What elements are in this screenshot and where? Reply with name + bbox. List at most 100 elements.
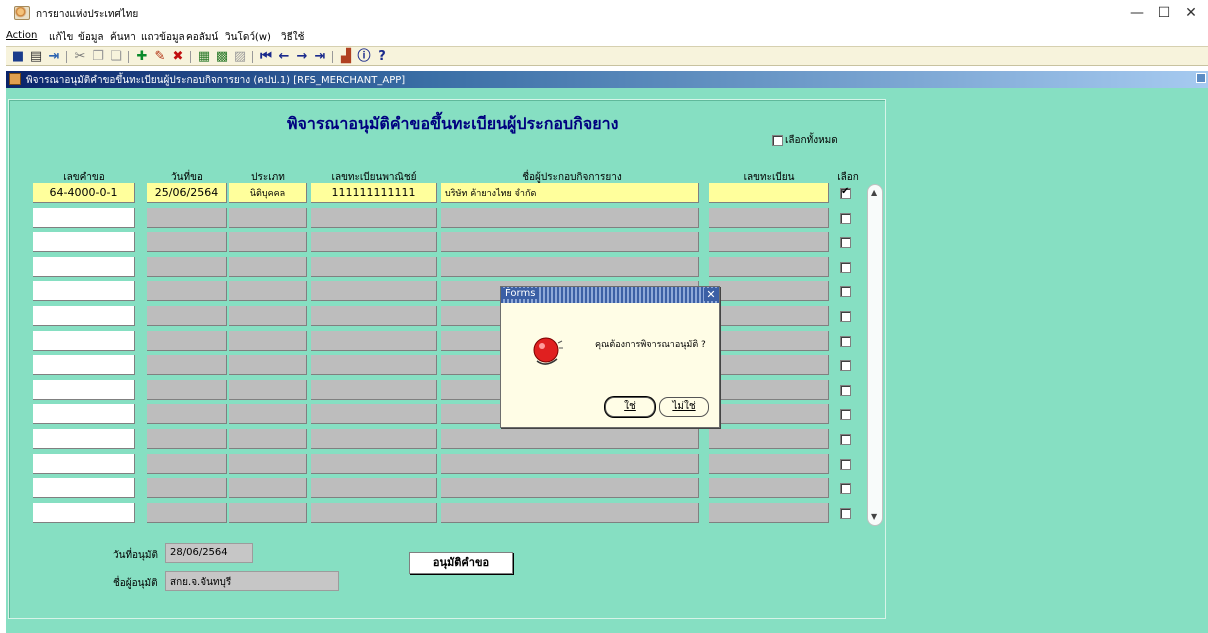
cell-commerce-reg[interactable] bbox=[311, 306, 437, 326]
cell-commerce-reg[interactable] bbox=[311, 232, 437, 253]
cell-type[interactable] bbox=[229, 281, 307, 302]
cell-reg-no[interactable] bbox=[709, 207, 829, 228]
cell-reg-no[interactable] bbox=[709, 256, 829, 277]
cell-commerce-reg[interactable] bbox=[311, 207, 437, 228]
row-select-checkbox[interactable] bbox=[840, 483, 851, 495]
query-icon[interactable]: ▦ bbox=[196, 49, 212, 64]
scroll-down-icon[interactable]: ▼ bbox=[871, 513, 879, 521]
menu-action[interactable]: Action bbox=[6, 30, 37, 41]
first-record-icon[interactable]: ⏮ bbox=[258, 49, 274, 64]
cell-type[interactable]: นิติบุคคล bbox=[229, 183, 307, 203]
cell-merchant-name[interactable] bbox=[441, 453, 699, 474]
menu-help[interactable]: วิธีใช้ bbox=[281, 30, 304, 45]
cell-req-date[interactable] bbox=[147, 453, 227, 474]
cell-req-no[interactable] bbox=[33, 207, 135, 228]
cell-commerce-reg[interactable] bbox=[311, 355, 437, 376]
dialog-yes-button[interactable]: ใช่ bbox=[605, 397, 655, 417]
cell-reg-no[interactable] bbox=[709, 379, 829, 400]
cancel-query-icon[interactable]: ▨ bbox=[232, 49, 248, 64]
cell-reg-no[interactable] bbox=[709, 281, 829, 302]
select-all-control[interactable]: เลือกทั้งหมด bbox=[772, 133, 838, 148]
cell-commerce-reg[interactable] bbox=[311, 256, 437, 277]
cell-req-date[interactable] bbox=[147, 281, 227, 302]
cell-req-date[interactable] bbox=[147, 232, 227, 253]
menu-edit[interactable]: แก้ไข bbox=[49, 30, 73, 45]
row-select-checkbox[interactable] bbox=[840, 434, 851, 445]
maximize-button[interactable]: ☐ bbox=[1153, 4, 1175, 22]
save-icon[interactable]: ■ bbox=[10, 49, 26, 64]
cell-req-date[interactable] bbox=[147, 404, 227, 425]
cell-merchant-name[interactable] bbox=[441, 502, 699, 523]
next-record-icon[interactable]: → bbox=[294, 49, 310, 64]
cell-req-no[interactable] bbox=[33, 256, 135, 277]
print-icon[interactable]: ▤ bbox=[28, 49, 44, 64]
cell-commerce-reg[interactable] bbox=[311, 453, 437, 474]
cell-type[interactable] bbox=[229, 306, 307, 326]
cell-reg-no[interactable] bbox=[709, 404, 829, 425]
menu-data[interactable]: ข้อมูล bbox=[78, 30, 104, 45]
cell-reg-no[interactable] bbox=[709, 330, 829, 351]
menu-column[interactable]: คอลัมน์ bbox=[186, 30, 218, 45]
cell-type[interactable] bbox=[229, 379, 307, 400]
cut-icon[interactable]: ✂ bbox=[72, 49, 88, 64]
row-select-checkbox[interactable] bbox=[840, 360, 851, 372]
cell-reg-no[interactable] bbox=[709, 478, 829, 499]
row-select-checkbox[interactable] bbox=[840, 261, 851, 273]
cell-req-date[interactable] bbox=[147, 429, 227, 449]
cell-req-date[interactable] bbox=[147, 355, 227, 376]
cell-req-date[interactable]: 25/06/2564 bbox=[147, 183, 227, 203]
cell-commerce-reg[interactable] bbox=[311, 502, 437, 523]
insert-record-icon[interactable]: ✚ bbox=[134, 49, 150, 64]
cell-merchant-name[interactable] bbox=[441, 256, 699, 277]
cell-reg-no[interactable] bbox=[709, 232, 829, 253]
cell-type[interactable] bbox=[229, 478, 307, 499]
row-select-checkbox[interactable] bbox=[840, 507, 851, 519]
cell-type[interactable] bbox=[229, 404, 307, 425]
cell-commerce-reg[interactable] bbox=[311, 404, 437, 425]
cell-req-no[interactable] bbox=[33, 478, 135, 499]
close-button[interactable]: ✕ bbox=[1180, 4, 1202, 22]
cell-merchant-name[interactable] bbox=[441, 478, 699, 499]
cell-type[interactable] bbox=[229, 207, 307, 228]
row-select-checkbox[interactable] bbox=[840, 335, 851, 347]
cell-commerce-reg[interactable] bbox=[311, 478, 437, 499]
cell-req-date[interactable] bbox=[147, 306, 227, 326]
cell-req-date[interactable] bbox=[147, 207, 227, 228]
cell-req-no[interactable] bbox=[33, 355, 135, 376]
cell-req-no[interactable] bbox=[33, 453, 135, 474]
approve-request-button[interactable]: อนุมัติคำขอ bbox=[409, 552, 513, 574]
row-select-checkbox[interactable] bbox=[840, 212, 851, 224]
cell-req-date[interactable] bbox=[147, 478, 227, 499]
cell-type[interactable] bbox=[229, 502, 307, 523]
menu-window[interactable]: วินโดว์(w) bbox=[225, 30, 271, 45]
cell-commerce-reg[interactable] bbox=[311, 281, 437, 302]
copy-icon[interactable]: ❐ bbox=[90, 49, 106, 64]
row-select-checkbox[interactable] bbox=[840, 311, 851, 322]
cell-type[interactable] bbox=[229, 256, 307, 277]
previous-record-icon[interactable]: ← bbox=[276, 49, 292, 64]
minimize-button[interactable]: — bbox=[1126, 4, 1148, 22]
cell-req-no[interactable] bbox=[33, 330, 135, 351]
cell-type[interactable] bbox=[229, 453, 307, 474]
menu-search[interactable]: ค้นหา bbox=[110, 30, 136, 45]
cell-reg-no[interactable] bbox=[709, 429, 829, 449]
cell-merchant-name[interactable] bbox=[441, 232, 699, 253]
cell-merchant-name[interactable]: บริษัท ค้ายางไทย จำกัด bbox=[441, 183, 699, 203]
approver-field[interactable]: สกย.จ.จันทบุรี bbox=[165, 571, 339, 591]
cell-req-no[interactable] bbox=[33, 306, 135, 326]
edit-icon[interactable]: ✎ bbox=[152, 49, 168, 64]
cell-req-date[interactable] bbox=[147, 379, 227, 400]
cell-req-date[interactable] bbox=[147, 256, 227, 277]
cell-req-date[interactable] bbox=[147, 502, 227, 523]
row-select-checkbox[interactable] bbox=[840, 186, 851, 199]
cell-type[interactable] bbox=[229, 232, 307, 253]
dialog-close-icon[interactable]: ✕ bbox=[704, 288, 718, 301]
cell-commerce-reg[interactable]: 111111111111 bbox=[311, 183, 437, 203]
cell-reg-no[interactable] bbox=[709, 183, 829, 203]
row-select-checkbox[interactable] bbox=[840, 458, 851, 470]
cell-commerce-reg[interactable] bbox=[311, 379, 437, 400]
chart-icon[interactable]: ▟ bbox=[338, 49, 354, 64]
scroll-up-icon[interactable]: ▲ bbox=[871, 189, 879, 197]
cell-reg-no[interactable] bbox=[709, 306, 829, 326]
cell-commerce-reg[interactable] bbox=[311, 330, 437, 351]
